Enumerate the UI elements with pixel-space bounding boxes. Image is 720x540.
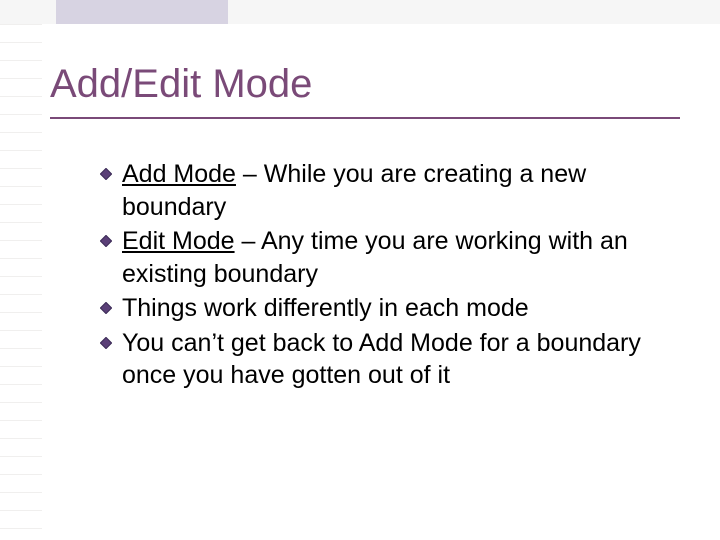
bullet-text: Things work differently in each mode xyxy=(122,294,529,322)
bullet-lead: Add Mode xyxy=(122,160,236,188)
left-grid-decoration xyxy=(0,24,42,540)
list-item: Things work differently in each mode xyxy=(100,292,690,325)
bullet-rest: You can’t get back to Add Mode for a bou… xyxy=(122,329,641,390)
list-item: Add Mode – While you are creating a new … xyxy=(100,158,690,223)
slide: Add/Edit Mode Add Mode – While you are c… xyxy=(0,0,720,540)
diamond-bullet-icon xyxy=(100,337,112,349)
bullet-list: Add Mode – While you are creating a new … xyxy=(100,158,690,392)
top-decor-band xyxy=(0,0,720,24)
diamond-bullet-icon xyxy=(100,168,112,180)
list-item: You can’t get back to Add Mode for a bou… xyxy=(100,327,690,392)
bullet-text: Edit Mode – Any time you are working wit… xyxy=(122,227,628,288)
top-decor-accent xyxy=(56,0,228,24)
slide-body: Add Mode – While you are creating a new … xyxy=(100,158,690,394)
diamond-bullet-icon xyxy=(100,302,112,314)
bullet-text: Add Mode – While you are creating a new … xyxy=(122,160,586,221)
bullet-text: You can’t get back to Add Mode for a bou… xyxy=(122,329,641,390)
list-item: Edit Mode – Any time you are working wit… xyxy=(100,225,690,290)
bullet-lead: Edit Mode xyxy=(122,227,235,255)
diamond-bullet-icon xyxy=(100,235,112,247)
slide-title: Add/Edit Mode xyxy=(50,62,680,119)
bullet-rest: Things work differently in each mode xyxy=(122,294,529,322)
